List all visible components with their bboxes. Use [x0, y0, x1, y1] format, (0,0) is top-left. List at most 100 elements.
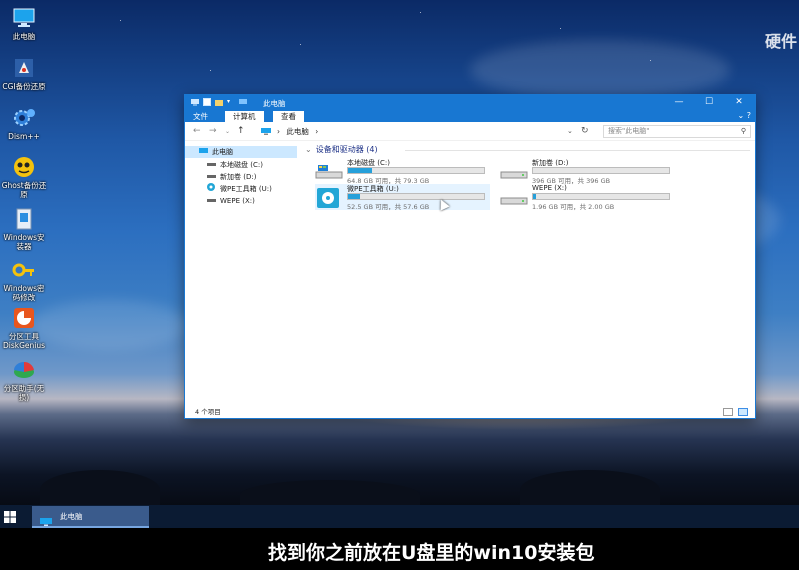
group-header[interactable]: ⌄ 设备和驱动器 (4): [305, 144, 378, 155]
minimize-button[interactable]: —: [664, 95, 694, 110]
desktop-icon-label: Dism++: [8, 132, 40, 141]
taskbar-item-this-pc[interactable]: 此电脑: [32, 506, 149, 528]
file-explorer-window[interactable]: ▾ 此电脑 — ☐ ✕ 文件 计算机 查看 ⌄ ? ← → ⌄ ↑ › 此电脑 …: [184, 94, 756, 419]
drive-tile-x[interactable]: WEPE (X:) 1.96 GB 可用，共 2.00 GB: [500, 184, 675, 211]
address-separator: ›: [315, 127, 319, 136]
recent-locations-icon[interactable]: ⌄: [225, 128, 230, 135]
drive-tile-d[interactable]: 新加卷 (D:) 396 GB 可用，共 396 GB: [500, 158, 675, 185]
drive-usage-fill: [348, 194, 361, 199]
hard-drive-icon: [207, 159, 216, 166]
new-folder-icon[interactable]: [215, 98, 223, 106]
desktop-icon-cgi[interactable]: CGI备份还原: [0, 56, 48, 91]
usb-drive-icon: [315, 188, 345, 208]
partition-assistant-icon: [12, 358, 36, 382]
quick-access-dropdown-icon[interactable]: ▾: [227, 98, 235, 106]
drive-usage-bar: [347, 167, 485, 174]
drive-free-space: 52.5 GB 可用，共 57.6 GB: [347, 203, 430, 211]
close-button[interactable]: ✕: [724, 95, 754, 110]
ribbon-tabs: 文件 计算机 查看 ⌄ ?: [185, 110, 755, 122]
hard-drive-icon: [500, 188, 530, 208]
address-field[interactable]: › 此电脑 ›: [261, 125, 589, 138]
nav-item-label: 本地磁盘 (C:): [220, 161, 263, 169]
title-bar[interactable]: ▾ 此电脑 — ☐ ✕: [185, 95, 755, 110]
desktop-icon-label: CGI备份还原: [2, 82, 46, 91]
desktop-icon-label: 分区助手(无损): [3, 384, 45, 402]
usb-drive-icon: [207, 183, 216, 191]
navigation-pane: 此电脑 本地磁盘 (C:) 新加卷 (D:) 微PE工具箱 (U:) WEPE …: [185, 142, 297, 404]
details-view-icon[interactable]: [723, 408, 733, 416]
nav-item-drive-x[interactable]: WEPE (X:): [185, 195, 297, 207]
hard-drive-icon: [315, 162, 345, 182]
desktop-icon-label: Ghost备份还原: [1, 181, 47, 199]
tab-file[interactable]: 文件: [185, 111, 216, 122]
desktop-icon-dism[interactable]: Dism++: [0, 106, 48, 141]
windows-installer-icon: [12, 207, 36, 231]
nav-item-drive-u[interactable]: 微PE工具箱 (U:): [185, 183, 297, 195]
desktop-icon-label: Windows密码修改: [3, 284, 45, 302]
hard-drive-icon: [207, 171, 216, 178]
drive-usage-bar: [532, 193, 670, 200]
window-title: 此电脑: [263, 99, 286, 108]
desktop-icon-label: Windows安装器: [3, 233, 45, 251]
tab-computer[interactable]: 计算机: [225, 111, 264, 122]
drive-name: WEPE (X:): [532, 184, 567, 192]
nav-item-drive-d[interactable]: 新加卷 (D:): [185, 171, 297, 183]
cgi-backup-icon: [12, 56, 36, 80]
status-bar: 4 个项目: [185, 405, 755, 419]
drive-free-space: 1.96 GB 可用，共 2.00 GB: [532, 203, 615, 211]
item-count: 4 个项目: [195, 408, 221, 416]
nav-item-label: WEPE (X:): [220, 197, 255, 205]
search-icon: ⚲: [740, 127, 746, 135]
subtitle-band: 找到你之前放在U盘里的win10安装包: [0, 528, 799, 570]
nav-item-this-pc[interactable]: 此电脑: [185, 146, 297, 158]
nav-item-label: 此电脑: [212, 148, 233, 156]
drive-usage-bar: [347, 193, 485, 200]
ghost-icon: [12, 155, 36, 179]
properties-icon[interactable]: [203, 98, 211, 106]
nav-item-label: 微PE工具箱 (U:): [220, 185, 272, 193]
group-divider: [405, 150, 750, 151]
up-arrow-icon[interactable]: ↑: [237, 126, 245, 136]
watermark-text: 硬件: [764, 32, 797, 51]
desktop-icon-ghost[interactable]: Ghost备份还原: [0, 155, 48, 199]
back-arrow-icon[interactable]: ←: [193, 126, 201, 136]
desktop-icon-windows-installer[interactable]: Windows安装器: [0, 207, 48, 251]
drive-usage-bar: [532, 167, 670, 174]
nav-item-drive-c[interactable]: 本地磁盘 (C:): [185, 159, 297, 171]
hard-drive-icon: [207, 195, 216, 202]
computer-icon: [12, 6, 36, 30]
tiles-view-icon[interactable]: [738, 408, 748, 416]
drive-tile-u[interactable]: 微PE工具箱 (U:) 52.5 GB 可用，共 57.6 GB: [315, 184, 490, 211]
search-box[interactable]: 搜索"此电脑" ⚲: [603, 125, 751, 138]
address-path[interactable]: 此电脑: [286, 127, 309, 136]
group-header-label: 设备和驱动器 (4): [315, 145, 378, 154]
drive-usage-fill: [348, 168, 373, 173]
tab-view[interactable]: 查看: [273, 111, 304, 122]
dism-gear-icon: [12, 106, 36, 130]
drive-usage-fill: [533, 194, 536, 199]
drive-tile-c[interactable]: 本地磁盘 (C:) 64.8 GB 可用，共 79.3 GB: [315, 158, 490, 185]
taskbar: 此电脑: [0, 505, 799, 528]
desktop-icon-password[interactable]: Windows密码修改: [0, 258, 48, 302]
key-icon: [12, 258, 36, 282]
chevron-down-icon: ⌄: [305, 145, 312, 154]
desktop-icon-this-pc[interactable]: 此电脑: [0, 6, 48, 41]
desktop-icon-partition-assistant[interactable]: 分区助手(无损): [0, 358, 48, 402]
this-pc-address-icon: [261, 126, 271, 135]
hard-drive-icon: [500, 162, 530, 182]
forward-arrow-icon[interactable]: →: [209, 126, 217, 136]
search-placeholder: 搜索"此电脑": [608, 127, 650, 135]
computer-icon: [40, 513, 52, 526]
maximize-button[interactable]: ☐: [694, 95, 724, 110]
this-pc-small-icon: [239, 98, 247, 106]
nav-item-label: 新加卷 (D:): [220, 173, 257, 181]
desktop-icon-diskgenius[interactable]: 分区工具DiskGenius: [0, 306, 48, 350]
refresh-icon[interactable]: ↻: [581, 126, 589, 136]
subtitle-text: 找到你之前放在U盘里的win10安装包: [268, 542, 595, 564]
this-pc-icon: [191, 98, 199, 106]
windows-start-icon[interactable]: [4, 511, 16, 523]
address-dropdown-icon[interactable]: ⌄: [567, 127, 573, 135]
this-pc-icon: [199, 146, 208, 153]
ribbon-expand-icon[interactable]: ⌄ ?: [738, 111, 752, 120]
desktop-icon-label: 分区工具DiskGenius: [2, 332, 46, 350]
